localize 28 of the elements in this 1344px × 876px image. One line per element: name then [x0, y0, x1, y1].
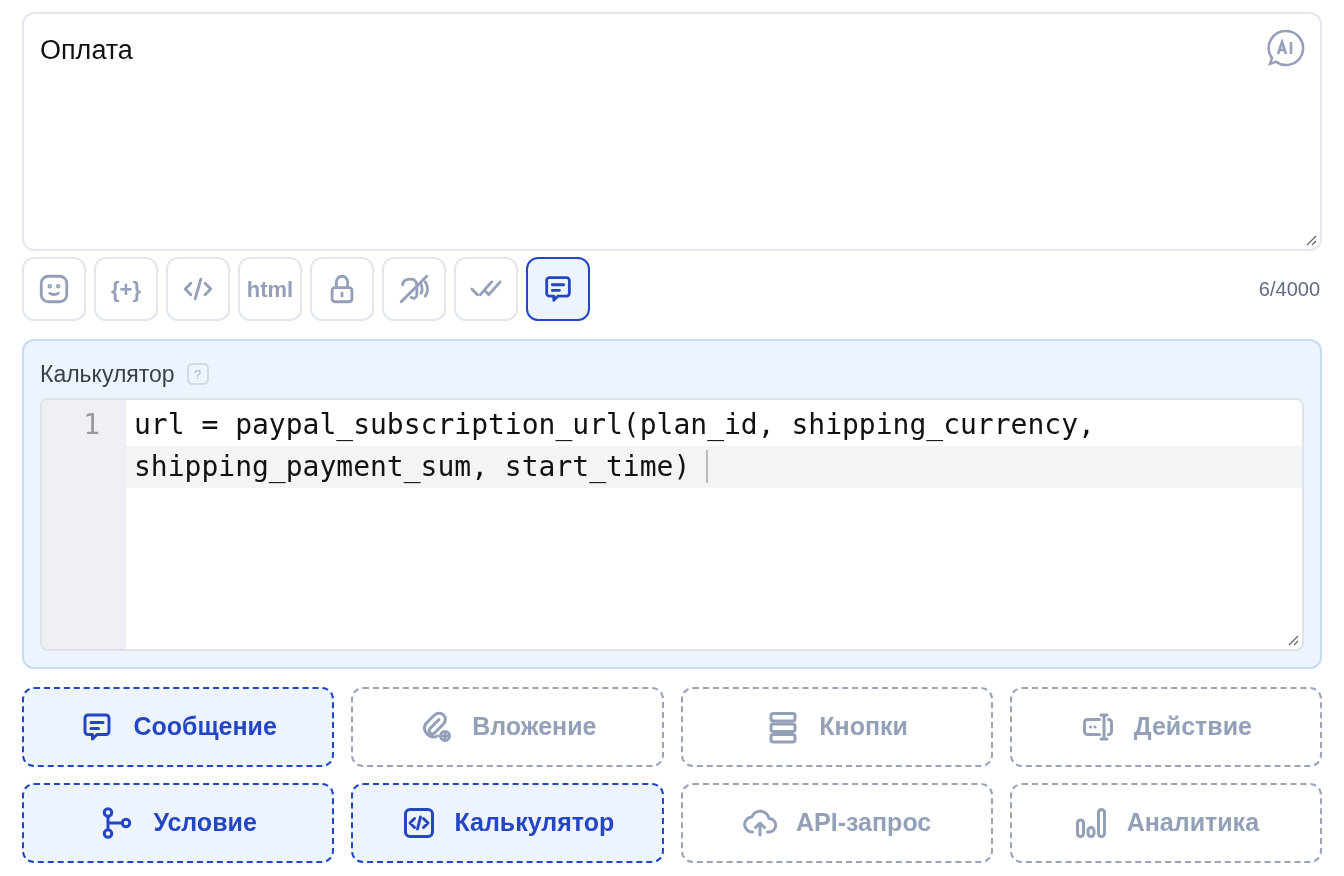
message-block-button[interactable]: Сообщение [22, 687, 335, 767]
line-number: 1 [83, 406, 100, 443]
lock-button[interactable] [310, 257, 374, 321]
mute-button[interactable] [382, 257, 446, 321]
checks-button[interactable] [454, 257, 518, 321]
condition-block-button[interactable]: Условие [22, 783, 335, 863]
calculator-label: Калькулятор [40, 360, 175, 389]
resize-handle-icon[interactable] [1305, 234, 1317, 246]
buttons-block-button[interactable]: Кнопки [680, 687, 993, 767]
calculator-block-button[interactable]: Калькулятор [351, 783, 664, 863]
code-button[interactable] [166, 257, 230, 321]
action-block-button[interactable]: Действие [1009, 687, 1322, 767]
smiley-icon [37, 272, 71, 306]
help-badge[interactable]: ? [186, 363, 209, 386]
analytics-block-button[interactable]: Аналитика [1009, 783, 1322, 863]
format-button[interactable]: {+} [94, 257, 158, 321]
muted-speaker-icon [397, 272, 431, 306]
code-editor[interactable]: 1 url = paypal_subscription_url(plan_id, shipping_currency, shipping_payment_sum, start_time) [40, 397, 1304, 651]
resize-handle-icon[interactable] [1287, 634, 1299, 646]
message-field[interactable]: Оплата [22, 12, 1322, 251]
message-button[interactable] [526, 257, 590, 321]
api-block-button[interactable]: API-запрос [680, 783, 993, 863]
ai-chat-icon [1266, 28, 1306, 68]
message-text: Оплата [40, 35, 133, 65]
character-counter: 6/4000 [1258, 277, 1321, 302]
emoji-button[interactable] [22, 257, 86, 321]
format-button[interactable]: html [238, 257, 302, 321]
attachment-block-button[interactable]: Вложение [351, 687, 664, 767]
